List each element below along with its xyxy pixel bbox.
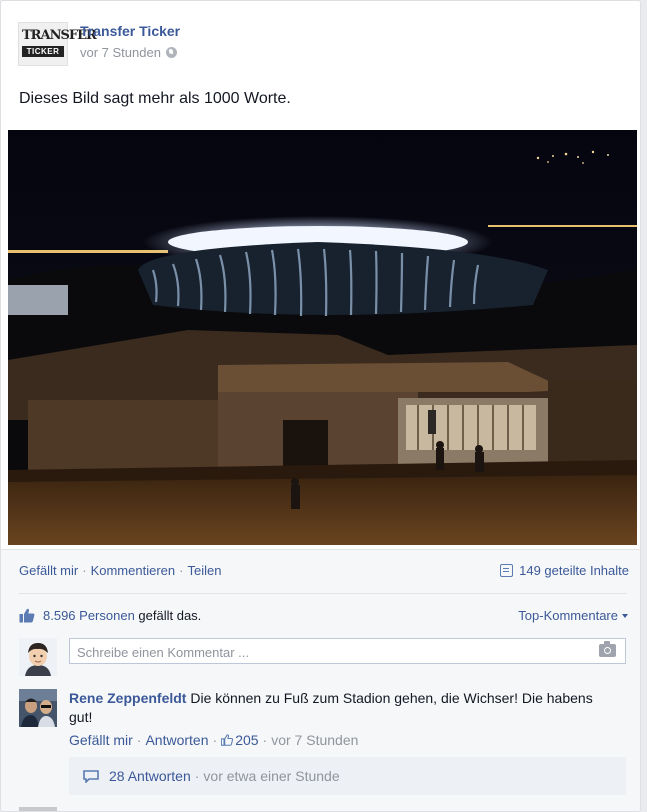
page-name-link[interactable]: Transfer Ticker xyxy=(80,23,180,39)
separator-dot: · xyxy=(179,563,184,578)
post-meta: vor 7 Stunden xyxy=(80,45,177,60)
separator-dot: · xyxy=(82,563,87,578)
current-user-avatar[interactable] xyxy=(19,638,57,676)
replies-count-link[interactable]: 28 Antworten xyxy=(109,768,191,784)
shares-count-link[interactable]: 149 geteilte Inhalte xyxy=(500,563,629,578)
comment-like-link[interactable]: Gefällt mir xyxy=(69,732,133,748)
replies-summary: 28 Antworten · vor etwa einer Stunde xyxy=(83,768,340,784)
post-text: Dieses Bild sagt mehr als 1000 Worte. xyxy=(19,90,291,107)
comment-meta: Gefällt mir · Antworten · 205 · vor 7 Stunden xyxy=(69,732,358,748)
commenter-photo xyxy=(19,689,57,727)
commenter-avatar[interactable] xyxy=(19,689,57,727)
reply-arrow-icon xyxy=(83,770,99,783)
replies-bar[interactable]: 28 Antworten · vor etwa einer Stunde xyxy=(69,757,626,795)
post-timestamp[interactable]: vor 7 Stunden xyxy=(80,45,161,60)
shares-document-icon xyxy=(500,564,514,577)
likes-summary: 8.596 Personen gefällt das. xyxy=(19,608,201,623)
comment-reply-link[interactable]: Antworten xyxy=(145,732,208,748)
separator-dot: · xyxy=(136,732,142,748)
camera-icon[interactable] xyxy=(599,641,616,657)
shares-count-label: 149 geteilte Inhalte xyxy=(519,563,629,578)
comment-link[interactable]: Kommentieren xyxy=(91,563,176,578)
post-action-links: Gefällt mir · Kommentieren · Teilen xyxy=(19,563,221,578)
comment-input-box xyxy=(69,638,626,664)
comment-sort-label: Top-Kommentare xyxy=(518,608,618,623)
thumbs-up-icon xyxy=(19,608,35,623)
separator-dot: · xyxy=(262,732,268,748)
comment-likes-value: 205 xyxy=(235,732,259,748)
likes-suffix: gefällt das. xyxy=(134,608,202,623)
divider xyxy=(19,593,627,594)
post-card: TRANSFER TICKER Transfer Ticker vor 7 St… xyxy=(0,0,641,812)
page-avatar[interactable]: TRANSFER TICKER xyxy=(18,22,97,66)
separator-dot: · xyxy=(212,732,218,748)
comment-author-link[interactable]: Rene Zeppenfeldt xyxy=(69,690,186,706)
comment-input[interactable] xyxy=(75,640,579,664)
share-link[interactable]: Teilen xyxy=(187,563,221,578)
comment-likes-count[interactable]: 205 xyxy=(221,732,259,748)
comment-sort-dropdown[interactable]: Top-Kommentare xyxy=(518,608,628,623)
small-thumbs-up-icon xyxy=(221,734,234,746)
stadium-night-photo xyxy=(8,130,637,545)
like-link[interactable]: Gefällt mir xyxy=(19,563,78,578)
caret-down-icon xyxy=(622,614,628,618)
likers-count-link[interactable]: 8.596 Personen xyxy=(43,608,135,623)
separator-dot: · xyxy=(194,768,200,784)
logo-text-bottom: TICKER xyxy=(22,46,64,57)
comment-body: Rene Zeppenfeldt Die können zu Fuß zum S… xyxy=(69,689,609,727)
post-photo[interactable] xyxy=(8,130,637,545)
cartoon-avatar-icon xyxy=(19,638,57,676)
post-actions-bar: Gefällt mir · Kommentieren · Teilen 149 gete… xyxy=(1,549,640,592)
replies-timestamp: vor etwa einer Stunde xyxy=(203,768,340,784)
comment-timestamp[interactable]: vor 7 Stunden xyxy=(271,732,358,748)
comments-section: 8.596 Personen gefällt das. Top-Kommenta… xyxy=(1,591,640,811)
globe-icon[interactable] xyxy=(165,47,177,58)
